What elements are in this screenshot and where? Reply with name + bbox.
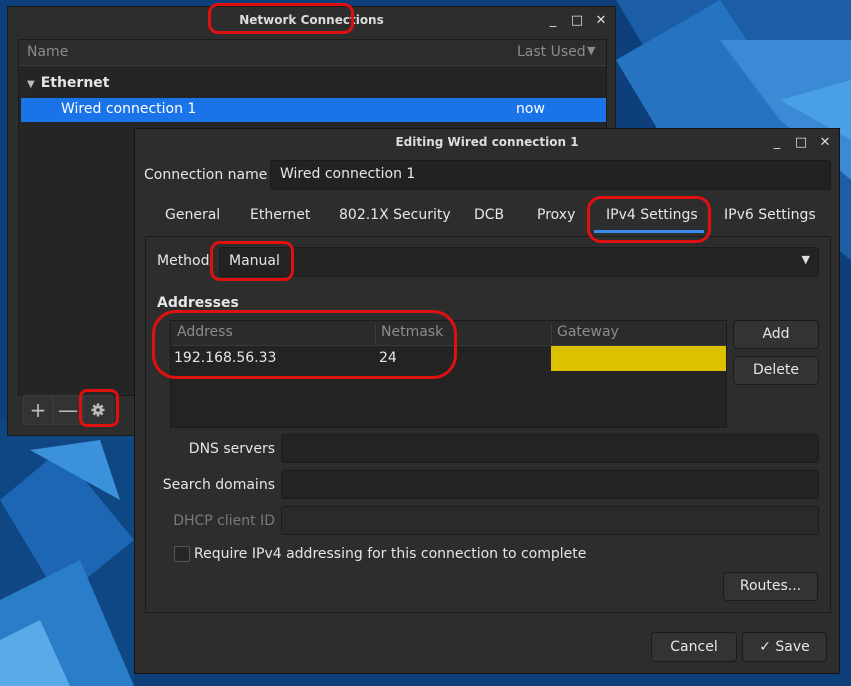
add-address-button[interactable]: Add xyxy=(733,320,819,349)
search-domains-input[interactable] xyxy=(281,470,819,499)
connection-name-input[interactable]: Wired connection 1 xyxy=(270,160,831,190)
list-header: Name Last Used ▼ xyxy=(19,40,606,66)
annotation-settings xyxy=(79,389,119,427)
checkmark-icon: ✓ xyxy=(759,639,776,655)
method-label: Method xyxy=(157,253,210,269)
dhcp-client-id-label: DHCP client ID xyxy=(173,513,275,529)
editing-connection-dialog: Editing Wired connection 1 _ □ ✕ Connect… xyxy=(134,128,840,674)
expand-triangle-icon[interactable]: ▼ xyxy=(27,79,35,90)
group-label: Ethernet xyxy=(40,75,110,91)
dns-servers-label: DNS servers xyxy=(188,441,275,457)
dialog-title: Editing Wired connection 1 xyxy=(395,135,579,149)
add-connection-button[interactable]: + xyxy=(23,395,53,425)
tab-8021x-security[interactable]: 802.1X Security xyxy=(339,207,451,223)
connection-name-label: Connection name xyxy=(144,167,268,183)
group-ethernet[interactable]: ▼ Ethernet xyxy=(27,75,109,91)
routes-button[interactable]: Routes... xyxy=(723,572,818,601)
minimize-icon[interactable]: _ xyxy=(545,13,561,28)
dialog-window-controls: _ □ ✕ xyxy=(769,129,833,155)
column-last-used[interactable]: Last Used xyxy=(517,44,586,60)
connection-row[interactable]: Wired connection 1 now xyxy=(21,98,606,122)
save-label: Save xyxy=(775,639,810,655)
method-dropdown[interactable]: Manual ▼ xyxy=(219,247,819,277)
save-button[interactable]: ✓ Save xyxy=(742,632,827,662)
connection-last-used: now xyxy=(516,101,545,117)
addresses-label: Addresses xyxy=(157,295,239,311)
annotation-method xyxy=(210,241,294,281)
require-ipv4-label[interactable]: Require IPv4 addressing for this connect… xyxy=(194,546,586,562)
annotation-title xyxy=(208,3,354,34)
window-controls: _ □ ✕ xyxy=(545,7,609,33)
tab-ethernet[interactable]: Ethernet xyxy=(250,207,310,223)
sort-down-icon: ▼ xyxy=(587,44,596,57)
maximize-icon[interactable]: □ xyxy=(793,135,809,150)
dns-servers-input[interactable] xyxy=(281,434,819,463)
chevron-down-icon: ▼ xyxy=(801,253,810,266)
close-icon[interactable]: ✕ xyxy=(817,135,833,150)
annotation-addresses xyxy=(152,310,457,379)
cancel-button[interactable]: Cancel xyxy=(651,632,737,662)
connection-name: Wired connection 1 xyxy=(61,101,197,117)
tab-proxy[interactable]: Proxy xyxy=(537,207,575,223)
dhcp-client-id-input[interactable] xyxy=(281,506,819,535)
column-gateway[interactable]: Gateway xyxy=(557,324,619,340)
maximize-icon[interactable]: □ xyxy=(569,13,585,28)
minimize-icon[interactable]: _ xyxy=(769,135,785,150)
delete-address-button[interactable]: Delete xyxy=(733,356,819,385)
tab-dcb[interactable]: DCB xyxy=(474,207,504,223)
tab-ipv6-settings[interactable]: IPv6 Settings xyxy=(724,207,816,223)
settings-tabs: General Ethernet 802.1X Security DCB Pro… xyxy=(145,200,831,237)
annotation-ipv4-tab xyxy=(587,196,711,243)
search-domains-label: Search domains xyxy=(162,477,275,493)
gateway-cell[interactable] xyxy=(551,346,726,371)
tab-general[interactable]: General xyxy=(165,207,220,223)
column-name[interactable]: Name xyxy=(27,44,68,60)
close-icon[interactable]: ✕ xyxy=(593,13,609,28)
require-ipv4-checkbox[interactable] xyxy=(174,546,190,562)
column-divider xyxy=(551,323,552,343)
